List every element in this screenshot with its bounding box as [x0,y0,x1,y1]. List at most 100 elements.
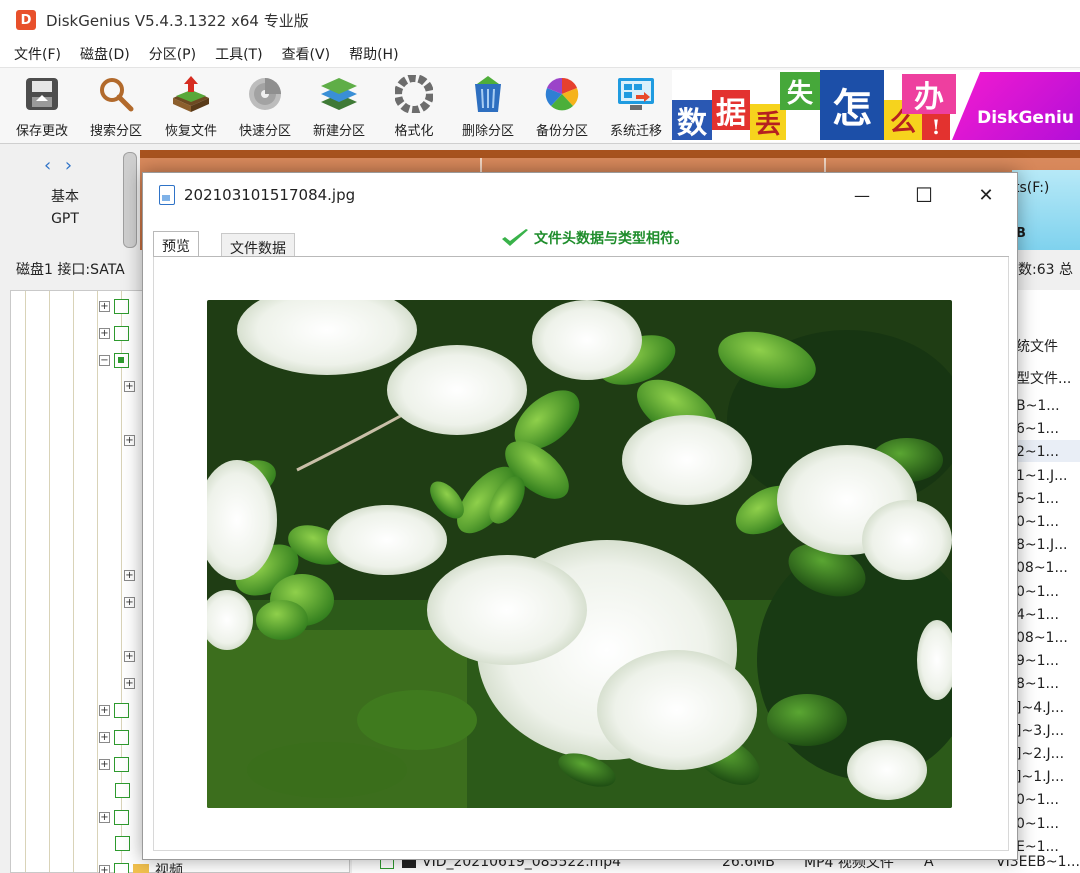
format-icon [394,74,434,114]
maximize-button[interactable]: ☐ [902,179,946,211]
file-list-row[interactable]: 0~1... [1016,792,1059,808]
disk-type-basic: 基本 [51,189,79,205]
tree-node[interactable]: + [99,299,129,314]
tree-node[interactable]: + [99,757,129,772]
file-list-row[interactable]: ]~1.J... [1016,769,1064,785]
save-changes-button[interactable]: 保存更改 [6,74,78,140]
file-list-row[interactable]: 8~1... [1016,676,1059,692]
file-list-row[interactable]: 型文件... [1016,368,1071,388]
file-list-row[interactable]: 5~1... [1016,491,1059,507]
file-list-row[interactable]: 08~1... [1016,630,1068,646]
quick-partition-button[interactable]: 快速分区 [229,74,301,140]
tree-child-node[interactable]: + [124,381,139,392]
dialog-title: 202103101517084.jpg [184,186,356,204]
file-list-row[interactable]: 2~1... [1016,444,1059,460]
tree-child-node[interactable]: + [124,570,139,581]
menu-view[interactable]: 查看(V) [282,44,331,64]
quick-partition-icon [245,74,285,114]
file-list-row[interactable]: 1~1.J... [1016,468,1067,484]
banner-brand-text: DiskGeniu [952,72,1080,140]
tree-node[interactable]: + [99,730,129,745]
menu-partition[interactable]: 分区(P) [149,44,196,64]
file-list-row[interactable]: 0~1... [1016,584,1059,600]
expand-icon[interactable]: + [124,597,135,608]
promo-banner[interactable]: 数 据 丢 失 怎 么 办 ! DiskGeniu [672,70,1080,142]
tab-preview[interactable]: 预览 [153,231,199,258]
menu-help[interactable]: 帮助(H) [349,44,398,64]
tab-file-data[interactable]: 文件数据 [221,233,295,257]
menu-disk[interactable]: 磁盘(D) [80,44,130,64]
tree-checkbox-partial[interactable] [114,353,129,368]
file-list-row[interactable]: ]~4.J... [1016,700,1064,716]
banner-char-8: ! [922,114,950,140]
tree-child-node[interactable]: + [124,678,139,689]
expand-icon[interactable]: + [124,570,135,581]
system-migrate-button[interactable]: 系统迁移 [600,74,672,140]
file-list-row[interactable]: 0~1... [1016,816,1059,832]
file-list-row[interactable]: ]~3.J... [1016,723,1064,739]
tree-node[interactable] [115,836,130,851]
menu-tools[interactable]: 工具(T) [215,44,262,64]
delete-partition-icon [468,74,508,114]
search-partition-button[interactable]: 搜索分区 [80,74,152,140]
backup-partition-icon [542,74,582,114]
tree-checkbox[interactable] [114,703,129,718]
tree-node[interactable]: + [99,810,129,825]
tree-node[interactable]: − [99,353,129,368]
tree-node[interactable]: + [99,326,129,341]
file-list-row[interactable]: 9~1... [1016,653,1059,669]
format-button[interactable]: 格式化 [378,74,450,140]
disk-nav-arrows-icon[interactable]: ‹ › [44,155,76,176]
backup-partition-button[interactable]: 备份分区 [526,74,598,140]
tree-child-node[interactable]: + [124,435,139,446]
tree-checkbox[interactable] [115,783,130,798]
file-list-row[interactable]: 08~1... [1016,560,1068,576]
tree-checkbox[interactable] [114,757,129,772]
file-list-row[interactable]: 8~1.J... [1016,537,1067,553]
recover-file-icon [171,74,211,114]
file-list-row[interactable]: 6~1... [1016,421,1059,437]
disk-scroll-handle[interactable] [123,152,137,248]
expand-icon[interactable]: + [124,651,135,662]
minimize-button[interactable]: — [840,179,884,211]
expand-icon[interactable]: + [99,732,110,743]
file-list-column-header[interactable]: 统文件 [1016,336,1058,356]
delete-partition-button[interactable]: 删除分区 [452,74,524,140]
close-button[interactable]: ✕ [964,179,1008,211]
menu-file[interactable]: 文件(F) [14,44,61,64]
save-changes-label: 保存更改 [15,124,68,139]
tree-checkbox[interactable] [114,299,129,314]
tree-checkbox[interactable] [115,836,130,851]
expand-icon[interactable]: + [99,301,110,312]
tree-checkbox[interactable] [114,862,129,873]
file-list-row[interactable]: 4~1... [1016,607,1059,623]
collapse-icon[interactable]: − [99,355,110,366]
tree-checkbox[interactable] [114,810,129,825]
tree-child-node[interactable]: + [124,597,139,608]
expand-icon[interactable]: + [99,812,110,823]
expand-icon[interactable]: + [99,328,110,339]
tree-checkbox[interactable] [114,326,129,341]
partition-f-block[interactable]: ts(F:) B [1012,170,1080,250]
tree-node[interactable] [115,783,130,798]
backup-partition-label: 备份分区 [535,124,588,139]
dialog-titlebar[interactable]: 202103101517084.jpg [143,173,1017,217]
file-list-row[interactable]: B~1... [1016,398,1060,414]
expand-icon[interactable]: + [99,759,110,770]
expand-icon[interactable]: + [124,381,135,392]
expand-icon[interactable]: + [99,864,110,873]
recover-file-button[interactable]: 恢复文件 [155,74,227,140]
file-list-row[interactable]: ]~2.J... [1016,746,1064,762]
tree-node-video-folder[interactable]: + 视频 [99,860,183,873]
expand-icon[interactable]: + [99,705,110,716]
recover-file-label: 恢复文件 [164,124,217,139]
tree-child-node[interactable]: + [124,651,139,662]
file-list-row[interactable]: 0~1... [1016,514,1059,530]
new-partition-button[interactable]: 新建分区 [303,74,375,140]
tree-checkbox[interactable] [114,730,129,745]
tree-guide-line [49,291,50,872]
system-migrate-label: 系统迁移 [609,124,662,139]
expand-icon[interactable]: + [124,678,135,689]
tree-node[interactable]: + [99,703,129,718]
expand-icon[interactable]: + [124,435,135,446]
